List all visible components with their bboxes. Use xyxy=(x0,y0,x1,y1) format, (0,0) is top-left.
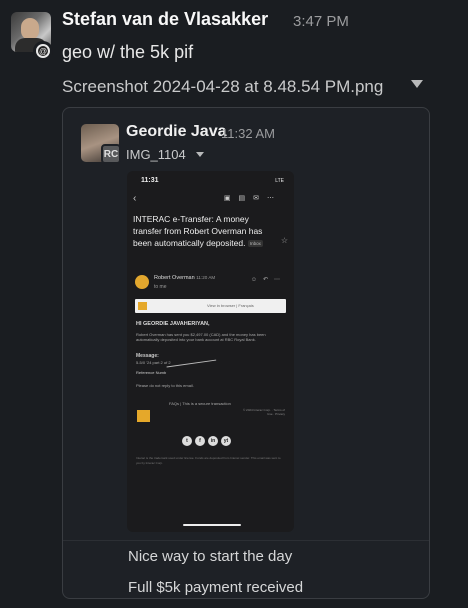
star-icon: ☆ xyxy=(280,236,288,245)
email-recipient: to me xyxy=(154,284,167,290)
shared-author-avatar[interactable]: RC xyxy=(81,124,121,164)
message-text: geo w/ the 5k pif xyxy=(62,42,194,62)
twitter-icon: t xyxy=(182,436,192,446)
spiral-status-icon: @ xyxy=(36,44,50,58)
email-sender-time: 11:20 AM xyxy=(196,275,216,280)
shared-file-name[interactable]: IMG_1104 xyxy=(126,147,186,162)
noreply-note: Please do not reply to this email. xyxy=(136,383,194,388)
email-toolbar-icons: ▣▤✉⋯ xyxy=(223,195,282,202)
email-sender-name: Robert Overman xyxy=(154,275,195,281)
shared-time[interactable]: 11:32 AM xyxy=(221,126,275,141)
youtube-icon: yt xyxy=(221,436,231,446)
interac-footer-logo-icon xyxy=(137,410,150,422)
message-value: 5-5/0 '24 part 2 of 2 xyxy=(136,360,171,365)
fine-print: © 2024 Interac Corp. · Terms of Use · Pr… xyxy=(242,408,285,416)
email-subject-text: INTERAC e-Transfer: A money transfer fro… xyxy=(133,214,263,248)
email-subject: INTERAC e-Transfer: A money transfer fro… xyxy=(133,213,273,250)
faq-links: FAQs | This is a secure transaction xyxy=(169,401,231,406)
email-footer: Interac is the trademark used under lice… xyxy=(136,456,281,465)
author-name[interactable]: Stefan van de Vlasakker xyxy=(62,9,268,30)
shared-message-card[interactable]: RC Geordie Java 11:32 AM IMG_1104 11:31 … xyxy=(62,107,430,599)
facebook-icon: f xyxy=(195,436,205,446)
file-collapse-caret-icon[interactable] xyxy=(411,80,423,88)
email-action-icons: ☺↶⋯ xyxy=(250,277,286,283)
interac-banner: View in browser | Français xyxy=(135,299,286,313)
channel-badge: RC xyxy=(101,144,121,164)
email-body: Robert Overman has sent you $2,497.00 (C… xyxy=(136,332,266,342)
linkedin-icon: in xyxy=(208,436,218,446)
interac-logo-icon xyxy=(138,302,147,310)
phone-clock: 11:31 xyxy=(141,177,159,184)
inbox-tag: Inbox xyxy=(247,239,263,247)
status-icon: @ xyxy=(33,41,53,61)
social-icons: t f in yt xyxy=(182,436,231,446)
home-indicator xyxy=(183,524,241,526)
message-time[interactable]: 3:47 PM xyxy=(293,13,349,30)
redaction-scribble xyxy=(166,359,218,377)
email-greeting: HI GEORDIE JAVAHERIYAN, xyxy=(136,321,210,327)
shared-author-name[interactable]: Geordie Java xyxy=(126,123,227,141)
avatar-face xyxy=(21,18,39,40)
email-sender: Robert Overman 11:20 AM xyxy=(154,275,215,281)
reply-text: Full $5k payment received xyxy=(128,579,304,596)
shared-file-caret-icon[interactable] xyxy=(196,152,204,157)
reply-text: Nice way to start the day xyxy=(128,548,293,565)
phone-screenshot-image[interactable]: 11:31 LTE ‹ ▣▤✉⋯ INTERAC e-Transfer: A m… xyxy=(127,171,294,532)
sender-avatar xyxy=(135,275,149,289)
back-arrow-icon: ‹ xyxy=(133,193,137,204)
divider xyxy=(63,540,429,541)
reference-number: Reference Numb xyxy=(136,370,167,375)
view-in-browser: View in browser | Français xyxy=(207,303,254,308)
slack-message: @ Stefan van de Vlasakker 3:47 PM geo w/… xyxy=(0,0,468,608)
phone-signal: LTE xyxy=(275,178,284,184)
message-label: Message: xyxy=(136,353,159,359)
file-title[interactable]: Screenshot 2024-04-28 at 8.48.54 PM.png xyxy=(62,77,383,97)
